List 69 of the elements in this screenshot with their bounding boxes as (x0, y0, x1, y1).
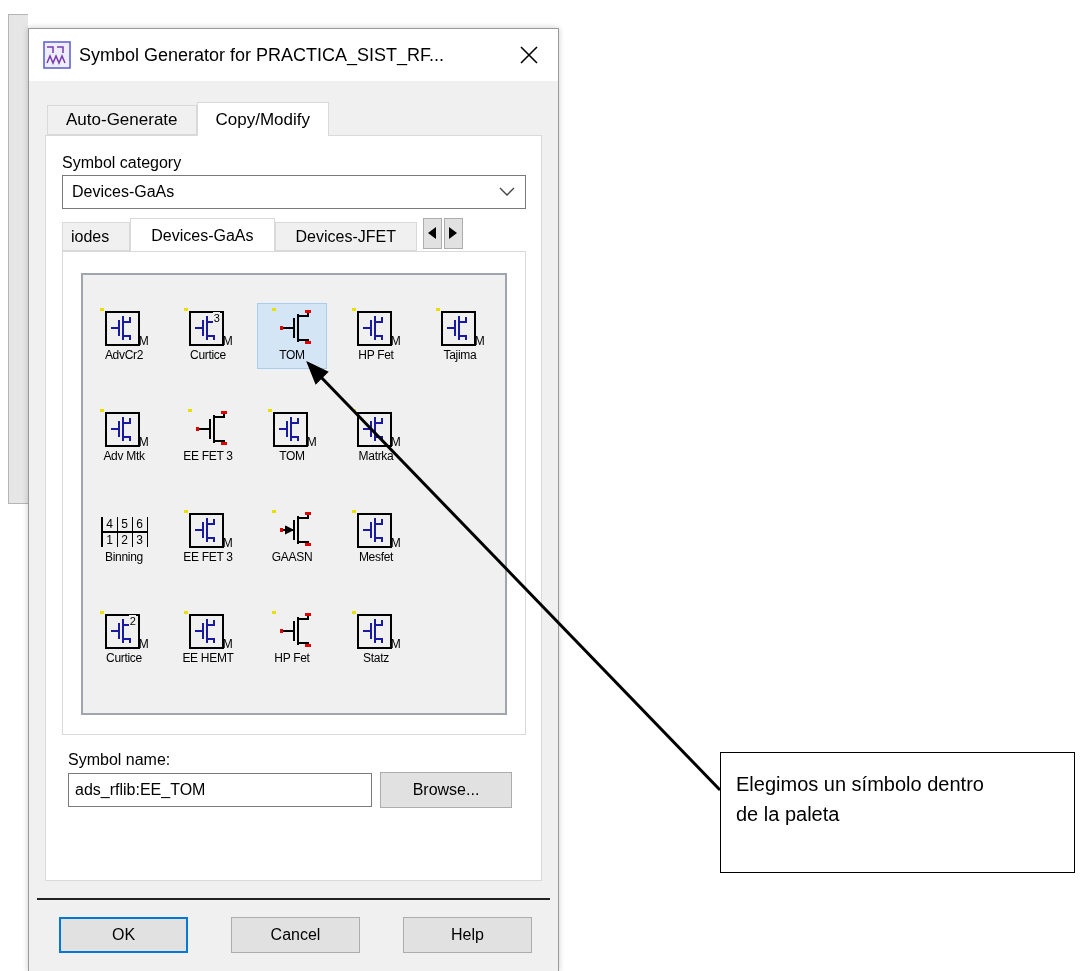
palette-tab[interactable]: Devices-JFET (274, 222, 417, 251)
symbol-label: Mesfet (358, 550, 394, 564)
binning-digit: 6 (132, 517, 148, 533)
binning-digit: 5 (117, 517, 133, 533)
dialog-button[interactable]: Help (403, 917, 532, 953)
symbol-label: EE HEMT (182, 651, 234, 665)
model-mark: M (138, 436, 149, 448)
model-mark: M (222, 638, 233, 650)
tab[interactable]: Copy/Modify (196, 102, 329, 136)
model-mark: M (474, 335, 485, 347)
symbol-item[interactable]: M EE HEMT (173, 606, 243, 672)
symbol-label: Binning (105, 550, 143, 564)
symbol-label: EE FET 3 (183, 550, 233, 564)
symbol-label: Adv Mtk (103, 449, 145, 463)
symbol-item[interactable]: M Tajima (425, 303, 495, 369)
symbol-label: TOM (279, 348, 305, 362)
symbol-item[interactable]: M Mesfet (341, 505, 411, 571)
field-label: Symbol name: (67, 751, 172, 769)
symbol-label: EE FET 3 (183, 449, 233, 463)
model-mark: M (138, 335, 149, 347)
symbol-item[interactable]: 4 5 6 1 2 3 Binning (89, 505, 159, 571)
model-mark: M (306, 436, 317, 448)
symbol-item[interactable]: 2 M Curtice (89, 606, 159, 672)
model-mark: M (390, 537, 401, 549)
symbol-label: Statz (363, 651, 389, 665)
palette-tab[interactable]: iodes (62, 222, 131, 251)
tab[interactable]: Auto-Generate (47, 105, 197, 135)
symbol-item[interactable]: M TOM (257, 404, 327, 470)
symbol-label: HP Fet (274, 651, 310, 665)
model-mark: M (390, 436, 401, 448)
dialog-button[interactable]: OK (59, 917, 188, 953)
model-mark: M (222, 335, 233, 347)
symbol-item[interactable]: M AdvCr2 (89, 303, 159, 369)
binning-digit: 4 (102, 517, 118, 533)
symbol-item[interactable]: M Adv Mtk (89, 404, 159, 470)
symbol-label: Tajima (443, 348, 477, 362)
callout-text: Elegimos un símbolo dentro de la paleta (720, 752, 1075, 873)
palette-tab[interactable]: Devices-GaAs (130, 218, 275, 251)
symbol-label: Curtice (106, 651, 142, 665)
field-label: Symbol category (62, 154, 183, 172)
symbol-label: Matrka (358, 449, 394, 463)
symbol-item[interactable]: GAASN (257, 505, 327, 571)
symbol-label: TOM (279, 449, 305, 463)
symbol-item[interactable]: M Statz (341, 606, 411, 672)
binning-digit: 2 (117, 533, 133, 547)
binning-digit: 3 (132, 533, 148, 547)
symbol-item[interactable]: 3 M Curtice (173, 303, 243, 369)
symbol-item[interactable]: EE FET 3 (173, 404, 243, 470)
model-mark: M (222, 537, 233, 549)
model-mark: M (390, 638, 401, 650)
symbol-label: GAASN (271, 550, 313, 564)
symbol-label: AdvCr2 (104, 348, 144, 362)
browse-button[interactable]: Browse... (380, 772, 512, 808)
symbol-label: HP Fet (358, 348, 394, 362)
symbol-item[interactable]: M Matrka (341, 404, 411, 470)
symbol-item[interactable]: M EE FET 3 (173, 505, 243, 571)
category-dropdown[interactable]: Devices-GaAs (62, 175, 526, 209)
symbol-item[interactable]: TOM (257, 303, 327, 369)
model-mark: M (390, 335, 401, 347)
binning-digit: 1 (102, 533, 118, 547)
symbol-item[interactable]: M HP Fet (341, 303, 411, 369)
symbol-name-field[interactable]: ads_rflib:EE_TOM (68, 773, 372, 807)
index-digit: 3 (212, 312, 221, 324)
symbol-label: Curtice (190, 348, 226, 362)
symbol-item[interactable]: HP Fet (257, 606, 327, 672)
index-digit: 2 (128, 615, 137, 627)
window-title: Symbol Generator for PRACTICA_SIST_RF... (79, 44, 446, 66)
dialog-button[interactable]: Cancel (231, 917, 360, 953)
model-mark: M (138, 638, 149, 650)
